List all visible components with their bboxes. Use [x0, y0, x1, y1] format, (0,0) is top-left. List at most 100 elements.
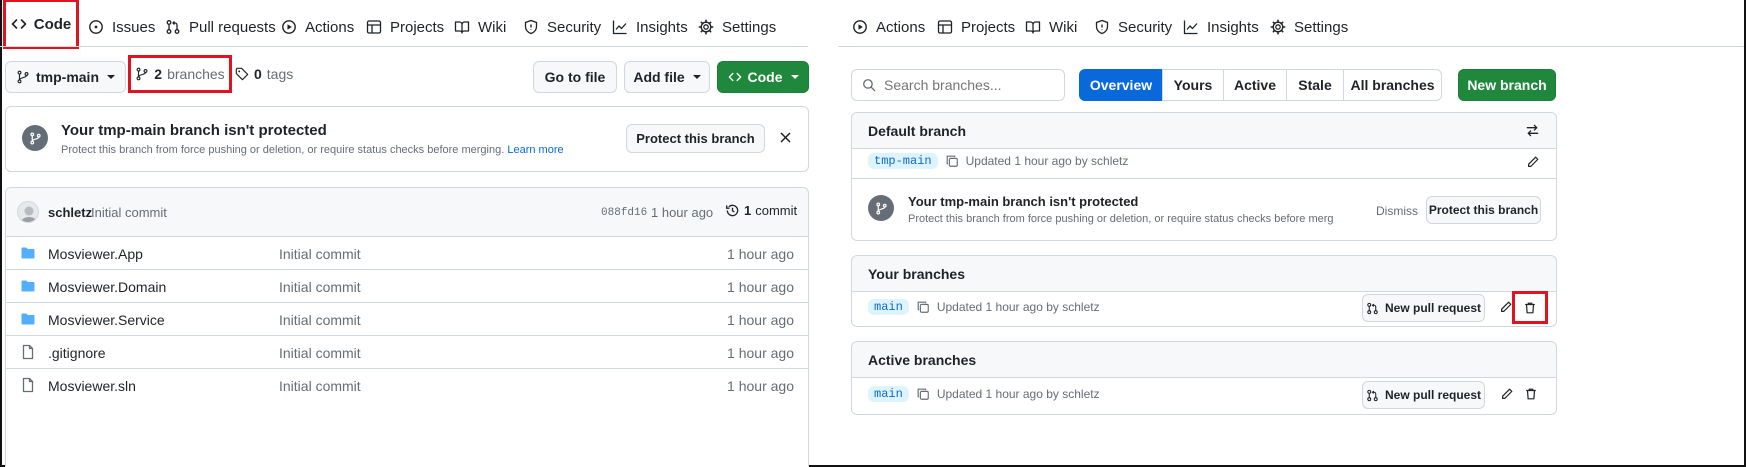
- issue-icon: [89, 20, 103, 34]
- file-name[interactable]: Mosviewer.Service: [48, 312, 165, 328]
- go-to-file-button[interactable]: Go to file: [533, 61, 617, 93]
- search-branches-input[interactable]: [884, 77, 1054, 93]
- git-branch-icon: [17, 70, 29, 84]
- shield-icon: [524, 19, 538, 35]
- file-commit-message[interactable]: Initial commit: [279, 378, 361, 394]
- delete-branch-button[interactable]: [1512, 291, 1548, 324]
- table-icon: [366, 20, 382, 34]
- new-branch-button[interactable]: New branch: [1458, 69, 1556, 101]
- file-name[interactable]: Mosviewer.sln: [48, 378, 136, 394]
- file-commit-time: 1 hour ago: [727, 345, 794, 361]
- table-row[interactable]: Mosviewer.App Initial commit 1 hour ago: [6, 236, 808, 269]
- file-name[interactable]: Mosviewer.App: [48, 246, 143, 262]
- commit-sha[interactable]: 088fd16: [601, 207, 647, 219]
- table-row[interactable]: Mosviewer.sln Initial commit 1 hour ago: [6, 368, 808, 401]
- pull-request-icon: [166, 20, 180, 34]
- history-icon: [726, 204, 739, 217]
- tab-code[interactable]: Code: [3, 0, 79, 49]
- warning-title: Your tmp-main branch isn't protected: [908, 194, 1139, 209]
- protect-banner-description: Protect this branch from force pushing o…: [61, 144, 505, 156]
- branches-link[interactable]: 2 branches: [128, 55, 232, 93]
- commit-author[interactable]: schletz: [48, 205, 92, 220]
- table-row[interactable]: .gitignore Initial commit 1 hour ago: [6, 335, 808, 368]
- close-icon[interactable]: [780, 132, 791, 143]
- file-commit-time: 1 hour ago: [727, 246, 794, 262]
- tab-label: Pull requests: [189, 18, 276, 36]
- file-name[interactable]: Mosviewer.Domain: [48, 279, 166, 295]
- filter-overview[interactable]: Overview: [1079, 69, 1163, 101]
- latest-commit-header: schletz Initial commit 088fd16 1 hour ag…: [6, 188, 808, 236]
- branch-selector-button[interactable]: tmp-main: [5, 61, 126, 93]
- file-listing: schletz Initial commit 088fd16 1 hour ag…: [5, 187, 809, 467]
- protect-branch-label: Protect this branch: [1428, 203, 1539, 217]
- git-branch-icon: [29, 132, 41, 144]
- protect-branch-button[interactable]: Protect this branch: [1426, 196, 1541, 224]
- commit-message[interactable]: Initial commit: [91, 205, 167, 220]
- section-title: Active branches: [868, 351, 977, 368]
- copy-icon[interactable]: [945, 154, 959, 168]
- avatar[interactable]: [17, 201, 39, 223]
- chevron-down-icon: [692, 75, 701, 79]
- branch-pill[interactable]: tmp-main: [868, 153, 938, 169]
- copy-icon[interactable]: [916, 300, 930, 314]
- branch-row: main Updated 1 hour ago by schletz: [868, 299, 1100, 315]
- file-commit-message[interactable]: Initial commit: [279, 279, 361, 295]
- learn-more-link[interactable]: Learn more: [507, 144, 563, 156]
- trash-icon[interactable]: [1524, 387, 1538, 401]
- new-pull-request-button[interactable]: New pull request: [1362, 381, 1485, 409]
- table-row[interactable]: Mosviewer.Domain Initial commit 1 hour ago: [6, 269, 808, 302]
- go-to-file-label: Go to file: [544, 69, 606, 85]
- new-branch-label: New branch: [1467, 77, 1547, 93]
- filter-all-branches[interactable]: All branches: [1343, 69, 1442, 101]
- play-icon: [282, 20, 296, 34]
- branch-pill[interactable]: main: [868, 299, 909, 315]
- file-commit-time: 1 hour ago: [727, 312, 794, 328]
- table-icon: [937, 20, 953, 34]
- commits-link[interactable]: 1 commit: [725, 203, 797, 218]
- pencil-icon[interactable]: [1526, 155, 1540, 169]
- pencil-icon[interactable]: [1499, 300, 1513, 314]
- code-button-label: Code: [747, 69, 783, 85]
- book-icon: [1025, 21, 1041, 34]
- section-title: Default branch: [868, 122, 967, 139]
- nav-divider: [0, 46, 808, 47]
- your-branches-header: Your branches: [852, 256, 1556, 292]
- new-pull-request-button[interactable]: New pull request: [1362, 294, 1485, 322]
- gear-icon: [698, 19, 714, 35]
- file-commit-message[interactable]: Initial commit: [279, 312, 361, 328]
- table-row[interactable]: Mosviewer.Service Initial commit 1 hour ag…: [6, 302, 808, 335]
- commit-time: 1 hour ago: [651, 205, 714, 220]
- shield-icon: [1095, 19, 1109, 35]
- filter-yours[interactable]: Yours: [1162, 69, 1224, 101]
- switch-arrows-icon[interactable]: [1525, 123, 1540, 138]
- tab-label: Issues: [112, 18, 156, 36]
- default-branch-header: Default branch: [852, 113, 1556, 149]
- pencil-icon[interactable]: [1500, 387, 1514, 401]
- file-name[interactable]: .gitignore: [48, 345, 106, 361]
- tab-label: Wiki: [1049, 18, 1078, 36]
- tags-link[interactable]: 0 tags: [235, 58, 293, 90]
- tag-icon: [235, 67, 249, 81]
- file-commit-message[interactable]: Initial commit: [279, 246, 361, 262]
- filter-stale[interactable]: Stale: [1286, 69, 1344, 101]
- tab-label: Security: [547, 18, 602, 36]
- add-file-label: Add file: [633, 69, 685, 85]
- tab-label: Wiki: [478, 18, 507, 36]
- branch-pill[interactable]: main: [868, 386, 909, 402]
- tags-count: 0: [254, 66, 262, 82]
- filter-active[interactable]: Active: [1223, 69, 1287, 101]
- protect-banner-title: Your tmp-main branch isn't protected: [61, 122, 327, 139]
- code-dropdown-button[interactable]: Code: [717, 61, 809, 93]
- gear-icon: [1270, 19, 1286, 35]
- file-commit-message[interactable]: Initial commit: [279, 345, 361, 361]
- trash-icon: [1525, 302, 1535, 313]
- dismiss-link[interactable]: Dismiss: [1376, 204, 1418, 218]
- search-branches-field[interactable]: [851, 69, 1065, 101]
- branch-name: tmp-main: [36, 69, 99, 85]
- add-file-button[interactable]: Add file: [624, 61, 710, 93]
- protect-branch-button[interactable]: Protect this branch: [626, 124, 765, 153]
- updated-text: Updated 1 hour ago by schletz: [936, 387, 1100, 401]
- commit-count-label: commit: [755, 203, 798, 218]
- copy-icon[interactable]: [916, 387, 930, 401]
- file-commit-time: 1 hour ago: [727, 378, 794, 394]
